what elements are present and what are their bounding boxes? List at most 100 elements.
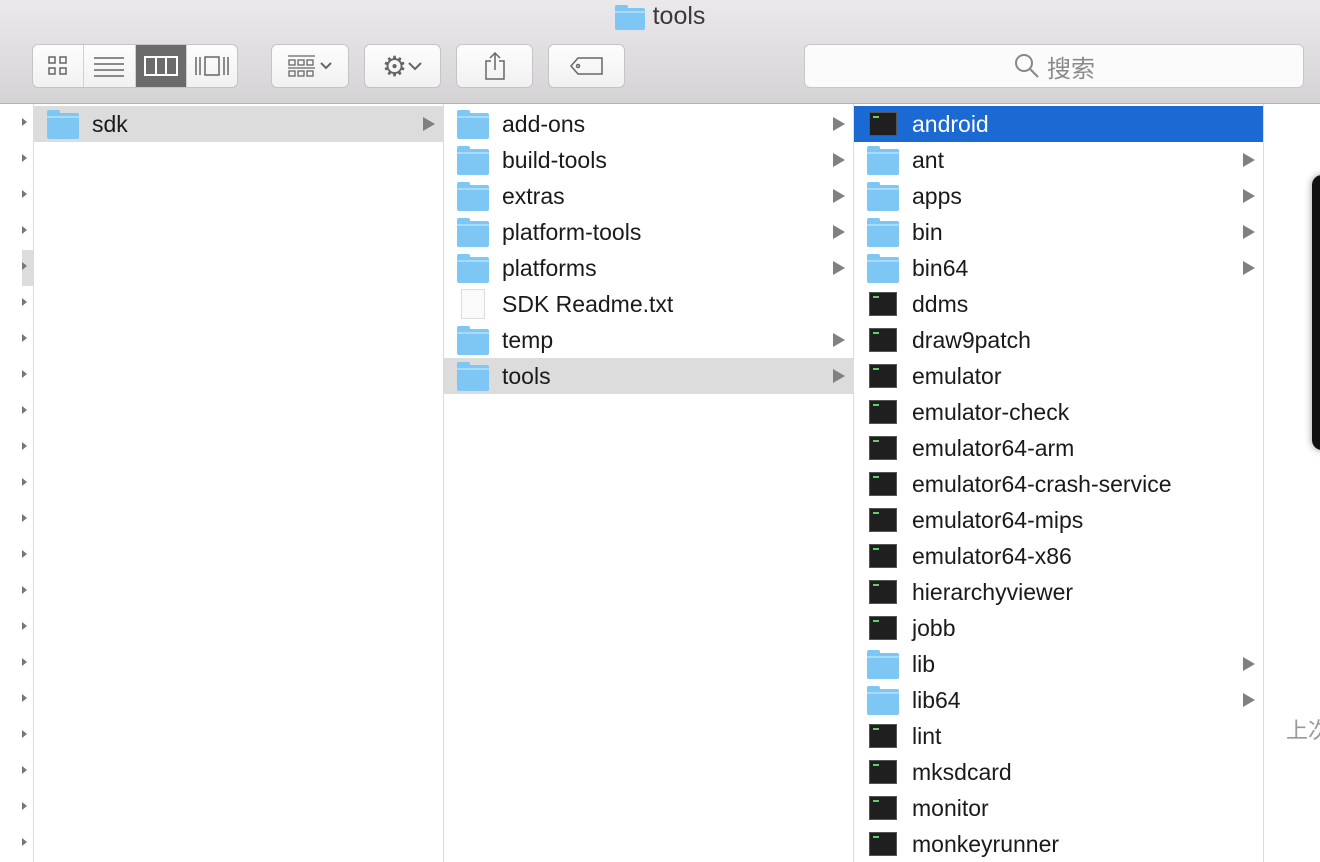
item-name: emulator-check [912,398,1070,425]
folder-icon [457,182,489,211]
disclosure-arrow-icon [833,369,845,383]
folder-item[interactable]: temp [444,322,853,358]
tag-icon [569,57,603,75]
folder-item[interactable]: ant [854,142,1263,178]
terminal-executable-icon [869,616,897,640]
folder-item[interactable]: lib [854,646,1263,682]
folder-icon [867,254,899,283]
terminal-executable-icon [869,832,897,856]
tags-button[interactable] [548,44,625,88]
file-item[interactable]: emulator64-crash-service [854,466,1263,502]
terminal-executable-icon [869,328,897,352]
file-item[interactable]: hierarchyviewer [854,574,1263,610]
folder-icon [867,686,899,715]
folder-icon [867,218,899,247]
disclosure-arrow-icon [833,261,845,275]
folder-item[interactable]: extras [444,178,853,214]
item-name: ant [912,146,944,173]
terminal-executable-icon [869,292,897,316]
file-item[interactable]: emulator [854,358,1263,394]
preview-info-text: 上次 [1286,718,1320,743]
item-name: hierarchyviewer [912,578,1074,605]
disclosure-arrow-icon [1243,189,1255,203]
item-name: monkeyrunner [912,830,1060,857]
icon-view-button[interactable] [33,45,85,87]
disclosure-arrow-icon [1243,657,1255,671]
folder-item[interactable]: build-tools [444,142,853,178]
column-sdk-parent[interactable]: sdk [34,104,444,862]
window-title-text: tools [652,2,706,30]
folder-item[interactable]: apps [854,178,1263,214]
folder-item[interactable]: sdk [34,106,443,142]
item-name: lib [912,650,936,677]
item-name: apps [912,182,962,209]
arrange-button[interactable] [271,44,349,88]
list-view-button[interactable] [84,45,136,87]
gear-icon: ⚙ [381,50,408,82]
file-item[interactable]: emulator64-mips [854,502,1263,538]
item-name: ddms [912,290,969,317]
disclosure-triangle-icon [22,298,27,306]
item-name: emulator64-crash-service [912,470,1172,497]
folder-item[interactable]: lib64 [854,682,1263,718]
text-document-icon [461,289,485,319]
parent-column[interactable] [0,104,34,862]
cover-flow-icon [195,56,229,76]
folder-item[interactable]: platforms [444,250,853,286]
file-item[interactable]: emulator64-x86 [854,538,1263,574]
disclosure-triangle-icon [22,550,27,558]
file-item[interactable]: draw9patch [854,322,1263,358]
item-name: draw9patch [912,326,1031,353]
disclosure-arrow-icon [833,225,845,239]
disclosure-triangle-icon [22,334,27,342]
folder-icon [47,110,79,139]
disclosure-arrow-icon [833,333,845,347]
column-sdk[interactable]: add-ons build-tools extras platform-tools pl… [444,104,854,862]
file-item[interactable]: ddms [854,286,1263,322]
folder-item[interactable]: add-ons [444,106,853,142]
share-button[interactable] [456,44,533,88]
disclosure-triangle-icon [22,154,27,162]
column-view-button[interactable] [135,45,187,87]
file-item[interactable]: SDK Readme.txt [444,286,853,322]
terminal-executable-icon [869,544,897,568]
arrange-icon [288,55,332,77]
file-item[interactable]: lint [854,718,1263,754]
terminal-executable-icon [869,508,897,532]
folder-item[interactable]: bin64 [854,250,1263,286]
folder-item[interactable]: tools [444,358,853,394]
file-item[interactable]: monkeyrunner [854,826,1263,862]
folder-icon [457,218,489,247]
file-item[interactable]: jobb [854,610,1263,646]
disclosure-triangle-icon [22,730,27,738]
file-item[interactable]: emulator-check [854,394,1263,430]
window-title: tools [0,2,1320,31]
disclosure-triangle-icon [22,586,27,594]
disclosure-triangle-icon [22,802,27,810]
file-item[interactable]: android [854,106,1263,142]
file-item[interactable]: emulator64-arm [854,430,1263,466]
disclosure-triangle-icon [22,478,27,486]
item-name: lib64 [912,686,961,713]
terminal-executable-icon [869,580,897,604]
folder-icon [457,146,489,175]
folder-item[interactable]: platform-tools [444,214,853,250]
disclosure-triangle-icon [22,226,27,234]
column-tools[interactable]: android ant apps bin bin64 ddms draw9patch emul… [854,104,1264,862]
item-name: lint [912,722,942,749]
search-input[interactable]: 搜索 [804,44,1304,88]
disclosure-arrow-icon [833,153,845,167]
disclosure-triangle-icon [22,406,27,414]
folder-item[interactable]: bin [854,214,1263,250]
file-item[interactable]: mksdcard [854,754,1263,790]
disclosure-arrow-icon [1243,153,1255,167]
item-name: build-tools [502,146,607,173]
cover-flow-view-button[interactable] [187,45,237,87]
terminal-executable-icon [869,364,897,388]
terminal-executable-icon [869,436,897,460]
view-mode-selector [32,44,238,88]
disclosure-triangle-icon [22,190,27,198]
file-item[interactable]: monitor [854,790,1263,826]
action-button[interactable]: ⚙ [364,44,441,88]
folder-icon [614,4,645,30]
